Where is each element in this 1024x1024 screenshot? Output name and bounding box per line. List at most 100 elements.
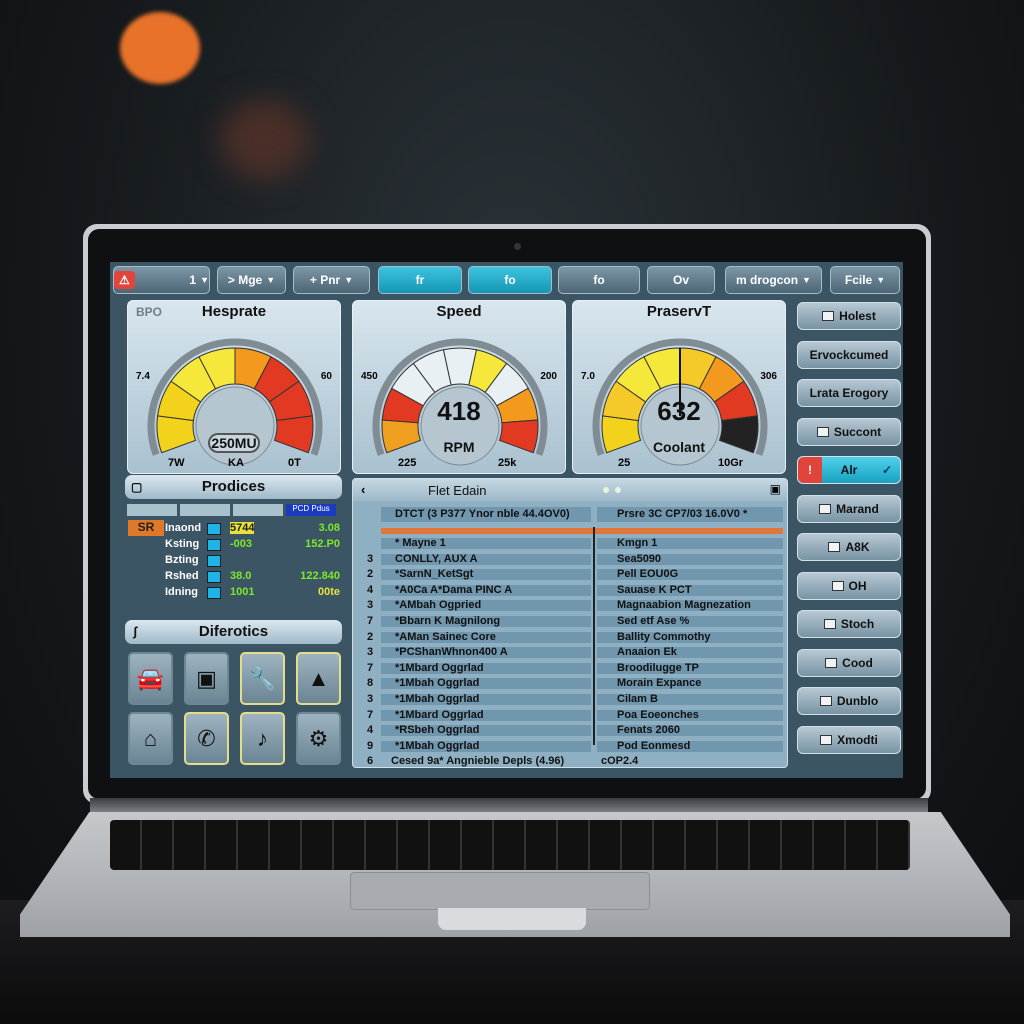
side-button-succont[interactable]: Succont xyxy=(797,417,901,446)
prodices-value: 122.840 xyxy=(300,570,340,582)
prodices-value: -003 xyxy=(230,538,253,550)
dtc-col-a-header[interactable]: DTCT (3 P377 Ynor nble 44.4OV0) xyxy=(381,507,591,522)
dtc-row[interactable]: 3 *1Mbah Oggrlad Cilam B xyxy=(353,693,787,706)
diferotics-tile-5[interactable]: ✆ xyxy=(184,712,229,765)
gauge-unit: RPM xyxy=(443,439,475,455)
gauge-value: 632 xyxy=(657,396,701,426)
dtc-description: Poa Eoeonches xyxy=(597,709,783,721)
dtc-row-number: 7 xyxy=(367,615,374,627)
dtc-row[interactable]: 2 *AMan Sainec Core Ballity Commothy xyxy=(353,631,787,644)
back-icon[interactable]: ‹ xyxy=(361,482,365,497)
side-button-marand[interactable]: Marand xyxy=(797,494,901,523)
status-badge: SR xyxy=(128,520,164,536)
prodices-column-header[interactable] xyxy=(180,504,230,516)
dtc-row[interactable]: 2 *SarnN_KetSgt Pell EOU0G xyxy=(353,568,787,581)
diferotics-tile-6[interactable]: ♪ xyxy=(240,712,285,765)
side-button-a8k[interactable]: A8K xyxy=(797,533,901,561)
line-icon xyxy=(819,696,832,706)
diferotics-tile-0[interactable]: 🚘 xyxy=(128,652,173,705)
dtc-row[interactable]: 3 *PCShanWhnon400 A Anaaion Ek xyxy=(353,646,787,659)
dtc-col-b-header[interactable]: Prsre 3C CP7/03 16.0V0 * xyxy=(597,507,783,522)
status-swatch xyxy=(207,539,221,551)
dtc-code: *AMan Sainec Core xyxy=(381,631,591,643)
prodices-header[interactable]: ▢ Prodices xyxy=(125,475,342,499)
dtc-row[interactable]: 4 *RSbeh Oggrlad Fenats 2060 xyxy=(353,724,787,737)
dtc-row[interactable]: 7 *1Mbard Oggrlad Poa Eoeonches xyxy=(353,709,787,722)
prodices-value: 38.0 xyxy=(230,570,252,582)
side-button-dunblo[interactable]: Dunblo xyxy=(797,687,901,715)
warning-icon: ⚠ xyxy=(114,271,135,289)
prodices-column-header[interactable]: PCD Pdus xyxy=(286,504,336,516)
toolbar-button-1[interactable]: > Mge ▼ xyxy=(217,266,286,294)
dtc-row[interactable]: 3 CONLLY, AUX A Sea5090 xyxy=(353,552,787,566)
dtc-row[interactable]: 7 *1Mbard Oggrlad Broodilugge TP xyxy=(353,662,787,675)
toolbar-button-5[interactable]: fo xyxy=(558,266,640,294)
checkmark-icon: ✓ xyxy=(881,463,892,477)
print-icon[interactable]: ▣ xyxy=(770,482,781,496)
dtc-row[interactable]: 7 *Bbarn K Magnilong Sed etf Ase % xyxy=(353,615,787,628)
toolbar-button-3[interactable]: fr xyxy=(378,266,462,294)
gauge-hub xyxy=(195,386,275,466)
dtc-row[interactable]: 4 *A0Ca A*Dama PINC A Sauase K PCT xyxy=(353,584,787,597)
side-button-lrata-erogory[interactable]: Lrata Erogory xyxy=(797,379,901,407)
dtc-row-number: 3 xyxy=(367,599,374,612)
toolbar-button-7[interactable]: m drogcon ▼ xyxy=(725,266,822,294)
chevron-down-icon: ▼ xyxy=(802,275,811,285)
side-button-label: Xmodti xyxy=(837,732,878,747)
gauge-scale-label: 450 xyxy=(361,371,378,382)
trackpad[interactable] xyxy=(350,872,650,910)
side-button-holest[interactable]: Holest xyxy=(797,302,901,330)
chevron-down-icon: ▼ xyxy=(344,275,354,285)
side-button-oh[interactable]: OH xyxy=(797,571,901,600)
dtc-code: *PCShanWhnon400 A xyxy=(381,647,591,659)
prodices-value: 1001 xyxy=(230,586,255,598)
toolbar-button-4[interactable]: fo xyxy=(468,266,552,294)
gauge-scale-label: 200 xyxy=(540,371,557,382)
door-icon xyxy=(820,734,833,745)
gauge-bottom-label: 7W xyxy=(168,457,185,469)
side-button-cood[interactable]: Cood xyxy=(797,648,901,677)
diferotics-header[interactable]: ʃ Diferotics xyxy=(125,620,342,644)
dtc-code: *1Mbard Oggrlad xyxy=(381,662,591,674)
dtc-row-number: 3 xyxy=(367,552,374,565)
gauge-panel-1: Speed 418 RPM 450 200 225 25k xyxy=(352,300,566,474)
dtc-code: *1Mbah Oggrlad xyxy=(381,678,591,690)
diferotics-tile-2[interactable]: 🔧 xyxy=(240,652,285,705)
diferotics-title: Diferotics xyxy=(198,623,269,640)
prodices-column-header[interactable] xyxy=(127,504,177,516)
prodices-row-label: Rshed xyxy=(165,570,199,582)
battery-icon xyxy=(825,657,838,668)
toolbar-button-6[interactable]: Ov xyxy=(647,266,715,294)
side-button-label: OH xyxy=(848,578,867,593)
toolbar-label: fo xyxy=(593,273,605,287)
home-icon: ⌂ xyxy=(143,725,158,751)
dtc-panel: ‹ Flet Edain ▣ DTCT (3 P377 Ynor nble 44… xyxy=(352,478,788,768)
diferotics-tile-3[interactable]: ▲ xyxy=(296,652,341,705)
dtc-code: *1Mbah Oggrlad xyxy=(381,694,591,705)
basket-icon: ▣ xyxy=(196,665,217,691)
toolbar-button-2[interactable]: + Pnr ▼ xyxy=(293,266,370,294)
toolbar-label: + Pnr xyxy=(309,273,341,287)
dtc-row[interactable]: * Mayne 1 Kmgn 1 xyxy=(353,537,787,550)
diferotics-tile-1[interactable]: ▣ xyxy=(184,652,229,705)
side-button-xmodti[interactable]: Xmodti xyxy=(797,725,901,754)
toolbar-button-0[interactable]: ⚠ 1 ▼ xyxy=(113,266,210,294)
side-button-ervockcumed[interactable]: Ervockcumed xyxy=(797,340,901,369)
wrench-icon: 🔧 xyxy=(248,665,277,691)
dtc-row[interactable]: 3 *AMbah Ogpried Magnaabion Magnezation xyxy=(353,599,787,612)
gauge-unit: Coolant xyxy=(652,439,706,455)
diferotics-tile-7[interactable]: ⚙ xyxy=(296,712,341,765)
dtc-row[interactable]: 8 *1Mbah Oggrlad Morain Expance xyxy=(353,677,787,690)
toolbar-button-8[interactable]: Fcile ▼ xyxy=(830,266,900,294)
dtc-row[interactable]: 9 *1Mbah Oggrlad Pod Eonmesd xyxy=(353,740,787,753)
diferotics-tile-4[interactable]: ⌂ xyxy=(128,712,173,765)
dtc-code: *RSbeh Oggrlad xyxy=(381,725,591,737)
prodices-row-label: Bzting xyxy=(165,554,199,566)
side-button-alr[interactable]: ! Alr ✓ xyxy=(797,456,901,484)
prodices-column-header[interactable] xyxy=(233,504,283,516)
note-icon: ♪ xyxy=(257,725,268,751)
chevron-down-icon: ▼ xyxy=(876,275,886,285)
side-button-stoch[interactable]: Stoch xyxy=(797,610,901,638)
dtc-titlebar: ‹ Flet Edain ▣ xyxy=(353,479,787,501)
gauge-bottom-label: 25k xyxy=(498,457,517,469)
